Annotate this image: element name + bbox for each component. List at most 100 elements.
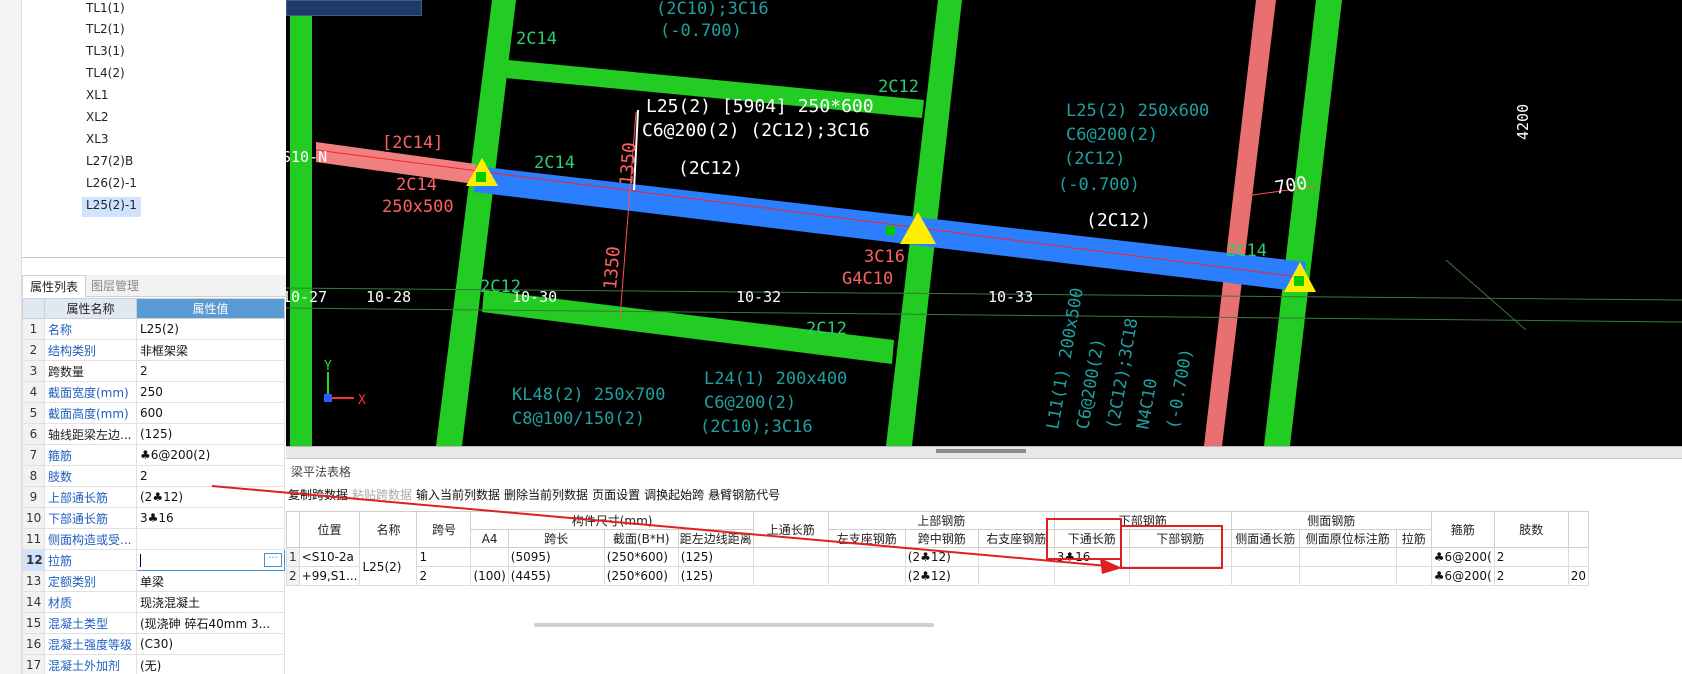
tab-layer-management[interactable]: 图层管理	[84, 275, 146, 297]
property-row[interactable]: 3 跨数量 2	[22, 360, 286, 382]
property-row[interactable]: 8 肢数 2	[22, 465, 286, 487]
header-top-continuous: 上通长筋	[752, 511, 829, 548]
property-row[interactable]: 14 材质 现浇混凝土	[22, 591, 286, 613]
cell-mid[interactable]: (2♣12)	[904, 547, 979, 567]
cell-side-cont[interactable]	[1230, 566, 1300, 586]
toolbar-button[interactable]: 输入当前列数据	[416, 486, 500, 503]
panel-splitter[interactable]	[286, 446, 1682, 458]
toolbar-button[interactable]: 页面设置	[592, 486, 640, 503]
property-value[interactable]: (C30)	[135, 633, 286, 655]
property-value[interactable]: 现浇混凝土	[135, 591, 286, 613]
property-row[interactable]: 7 箍筋 ♣6@200(2)	[22, 444, 286, 466]
cell-section[interactable]: (250*600)	[603, 566, 679, 586]
property-row[interactable]: 5 截面高度(mm) 600	[22, 402, 286, 424]
cell-a4[interactable]: (100)	[470, 566, 509, 586]
cell-tie[interactable]	[1395, 566, 1432, 586]
property-value[interactable]: (125)	[135, 423, 286, 445]
property-value[interactable]	[135, 528, 286, 550]
cell-extra[interactable]	[1567, 547, 1590, 567]
property-value[interactable]: 2	[135, 360, 286, 382]
toolbar-button[interactable]: 复制跨数据	[288, 486, 348, 503]
cell-extra[interactable]: 20	[1567, 566, 1590, 586]
toolbar-button[interactable]: 悬臂钢筋代号	[708, 486, 780, 503]
property-value[interactable]: L25(2)	[135, 318, 286, 340]
property-value[interactable]: 250	[135, 381, 286, 403]
cell-right-sup[interactable]	[977, 547, 1055, 567]
cell-span[interactable]: 2	[416, 566, 472, 586]
cell-left-sup[interactable]	[827, 547, 906, 567]
cell-mid[interactable]: (2♣12)	[904, 566, 979, 586]
cell-left-sup[interactable]	[827, 566, 906, 586]
property-value[interactable]: 2	[135, 465, 286, 487]
tree-item[interactable]: XL2	[82, 109, 113, 129]
toolbar-button[interactable]: 调换起始跨	[644, 486, 704, 503]
property-value[interactable]: (无)	[135, 654, 286, 674]
cell-pos[interactable]: <S10-2a	[298, 547, 361, 567]
toolbar-button[interactable]: 粘贴跨数据	[352, 486, 412, 503]
ellipsis-button[interactable]: ···	[264, 553, 283, 567]
property-row[interactable]: 13 定额类别 单梁	[22, 570, 286, 592]
tree-item-selected[interactable]: L25(2)-1	[82, 197, 141, 217]
property-row[interactable]: 2 结构类别 非框架梁	[22, 339, 286, 361]
property-row[interactable]: 6 轴线距梁左边... (125)	[22, 423, 286, 445]
cad-drawing[interactable]: L25(2) [5904] 250*600 C6@200(2) (2C12);3…	[286, 0, 1682, 446]
cell-side-orig[interactable]	[1298, 566, 1397, 586]
cell-bot[interactable]	[1128, 566, 1232, 586]
draw-component-button[interactable]	[286, 0, 422, 16]
property-value[interactable]: 非框架梁	[135, 339, 286, 361]
tree-item[interactable]: XL3	[82, 131, 113, 151]
tree-item[interactable]: XL1	[82, 87, 113, 107]
cell-right-sup[interactable]	[977, 566, 1055, 586]
property-row[interactable]: 4 截面宽度(mm) 250	[22, 381, 286, 403]
property-row[interactable]: 1 名称 L25(2)	[22, 318, 286, 340]
cell-pos[interactable]: +99,S1...	[298, 566, 361, 586]
table-row[interactable]: 1 <S10-2a L25(2) 1 (5095) (250*600) (125) (2♣12…	[286, 547, 1590, 586]
cell-top-cont[interactable]	[752, 566, 829, 586]
tree-item[interactable]: TL3(1)	[82, 43, 129, 63]
tree-item[interactable]: TL4(2)	[82, 65, 129, 85]
property-value[interactable]: (2♣12)	[135, 486, 286, 508]
cad-viewport[interactable]: L25(2) [5904] 250*600 C6@200(2) (2C12);3…	[286, 0, 1682, 446]
property-value[interactable]: ♣6@200(2)	[135, 444, 286, 466]
cell-bot-cont[interactable]	[1053, 566, 1130, 586]
cell-legs[interactable]: 2	[1493, 566, 1569, 586]
cell-side-orig[interactable]	[1298, 547, 1397, 567]
tree-item[interactable]: TL1(1)	[82, 0, 129, 20]
cell-legs[interactable]: 2	[1493, 547, 1569, 567]
cell-section[interactable]: (250*600)	[603, 547, 679, 567]
toolbar-button[interactable]: 删除当前列数据	[504, 486, 588, 503]
cell-span[interactable]: 1	[416, 547, 472, 567]
property-row[interactable]: 9 上部通长筋 (2♣12)	[22, 486, 286, 508]
property-value-editor[interactable]: ···	[135, 549, 286, 571]
cell-top-cont[interactable]	[752, 547, 829, 567]
cell-stirrup[interactable]: ♣6@200(	[1430, 566, 1495, 586]
cell-side-cont[interactable]	[1230, 547, 1300, 567]
property-row[interactable]: 11 侧面构造或受...	[22, 528, 286, 550]
tree-item[interactable]: L27(2)B	[82, 153, 137, 173]
cell-dist[interactable]: (125)	[677, 547, 754, 567]
tab-property-list[interactable]: 属性列表	[22, 275, 87, 297]
property-row[interactable]: 10 下部通长筋 3♣16	[22, 507, 286, 529]
cell-span-len[interactable]: (5095)	[507, 547, 605, 567]
table-row[interactable]: 2 +99,S1... 2 (100) (4455) (250*600) (125) (2♣1…	[286, 566, 1590, 586]
property-value[interactable]: 单梁	[135, 570, 286, 592]
property-row[interactable]: 12 拉筋 ···	[22, 549, 286, 571]
cell-name[interactable]: L25(2)	[359, 547, 418, 586]
component-tree[interactable]: TL1(1) TL2(1) TL3(1) TL4(2) XL1 XL2 XL3 …	[22, 0, 300, 258]
cell-span-len[interactable]: (4455)	[507, 566, 605, 586]
horizontal-scrollbar[interactable]	[534, 623, 934, 627]
property-name: 肢数	[44, 465, 137, 487]
property-row[interactable]: 15 混凝土类型 (现浇砷 碎石40mm 3...	[22, 612, 286, 634]
property-row[interactable]: 17 混凝土外加剂 (无)	[22, 654, 286, 674]
property-value[interactable]: (现浇砷 碎石40mm 3...	[135, 612, 286, 634]
cell-tie[interactable]	[1395, 547, 1432, 567]
cell-dist[interactable]: (125)	[677, 566, 754, 586]
property-value[interactable]: 3♣16	[135, 507, 286, 529]
cell-a4[interactable]	[470, 547, 509, 567]
property-value[interactable]: 600	[135, 402, 286, 424]
cell-stirrup[interactable]: ♣6@200(	[1430, 547, 1495, 567]
tree-item[interactable]: TL2(1)	[82, 21, 129, 41]
property-row[interactable]: 16 混凝土强度等级 (C30)	[22, 633, 286, 655]
tree-item[interactable]: L26(2)-1	[82, 175, 141, 195]
splitter-handle[interactable]	[936, 449, 1026, 453]
